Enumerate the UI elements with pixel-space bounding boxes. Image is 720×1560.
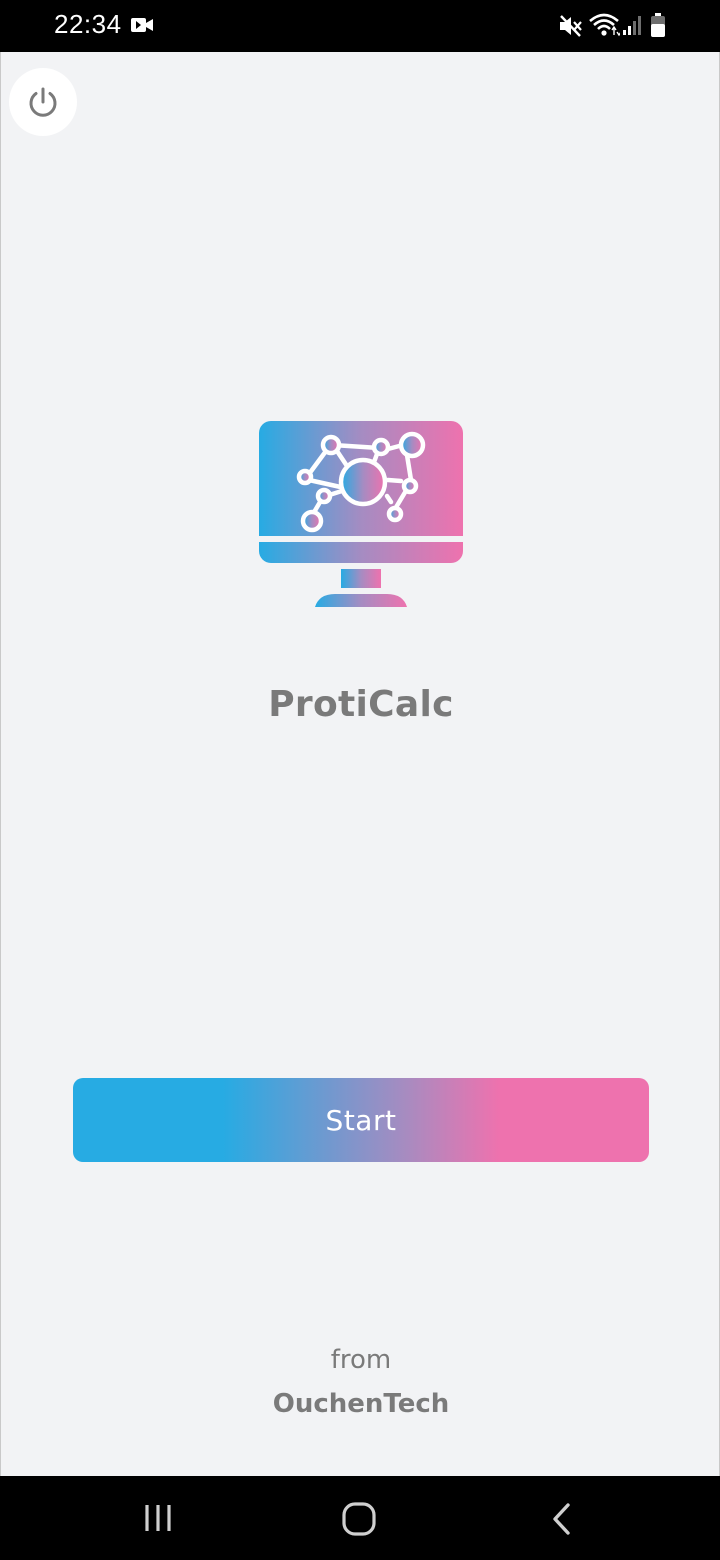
power-button[interactable] bbox=[9, 68, 77, 136]
from-label: from bbox=[330, 1345, 392, 1375]
back-icon[interactable] bbox=[544, 1500, 578, 1538]
monitor-network-icon bbox=[259, 421, 463, 607]
app-title: ProtiCalc bbox=[268, 684, 454, 725]
app-screen: ProtiCalc Start from OuchenTech bbox=[0, 52, 720, 1476]
home-icon[interactable] bbox=[340, 1500, 378, 1538]
wifi-icon bbox=[589, 13, 620, 37]
signal-icon bbox=[623, 16, 641, 35]
video-record-icon bbox=[131, 18, 153, 32]
power-icon bbox=[29, 87, 57, 117]
status-bar: 22:34 bbox=[0, 0, 720, 52]
company-name: OuchenTech bbox=[272, 1389, 450, 1419]
status-time: 22:34 bbox=[54, 9, 122, 39]
battery-icon bbox=[651, 13, 665, 37]
navigation-bar bbox=[0, 1476, 720, 1560]
mute-icon bbox=[560, 15, 582, 37]
recent-apps-icon[interactable] bbox=[140, 1500, 176, 1536]
start-button[interactable]: Start bbox=[73, 1078, 649, 1162]
